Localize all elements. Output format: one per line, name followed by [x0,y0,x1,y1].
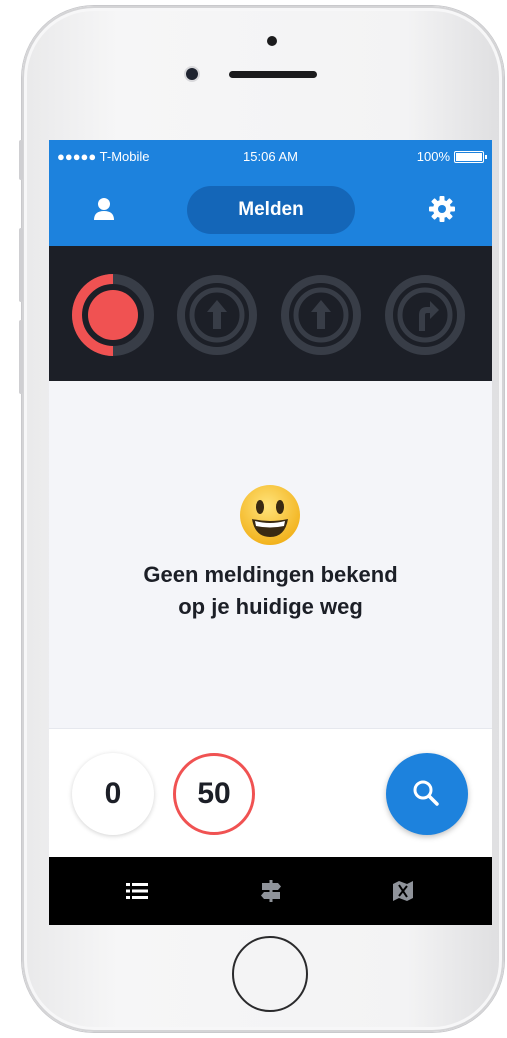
top-nav-bar: Melden [49,174,492,246]
speed-panel: 0 50 [49,728,492,858]
speed-limit-sign: 50 [173,753,255,835]
bottom-tab-bar [49,857,492,925]
gear-icon[interactable] [427,194,457,224]
melden-button[interactable]: Melden [187,186,355,234]
battery-icon [454,150,487,163]
battery-indicator: 100% [416,149,487,164]
empty-message-line-2: op je huidige weg [178,594,363,619]
status-bar: ●●●●● T-Mobile 15:06 AM 100% [49,140,492,174]
proximity-sensor [267,36,277,46]
front-camera [186,68,198,80]
volume-down-button [19,320,23,394]
list-icon[interactable] [124,878,150,904]
search-icon [413,780,439,806]
arrow-up-icon [281,275,361,355]
traffic-signal-strip [49,246,492,381]
current-speed: 0 [72,753,154,835]
empty-message-line-1: Geen meldingen bekend [143,562,398,587]
user-icon[interactable] [91,196,117,222]
search-button[interactable] [386,753,468,835]
mute-switch [19,140,23,180]
volume-up-button [19,228,23,302]
signpost-icon[interactable] [258,878,284,904]
traffic-light-red-icon [72,274,154,356]
smiley-icon [240,485,300,545]
battery-percentage: 100% [416,149,450,164]
arrow-turn-right-icon [385,275,465,355]
app-screen: ●●●●● T-Mobile 15:06 AM 100% Melden Geen… [49,140,492,925]
arrow-up-icon [177,275,257,355]
empty-state: Geen meldingen bekend op je huidige weg [49,381,492,727]
home-button[interactable] [232,936,308,1012]
earpiece-speaker [229,71,317,78]
map-icon[interactable] [390,878,416,904]
